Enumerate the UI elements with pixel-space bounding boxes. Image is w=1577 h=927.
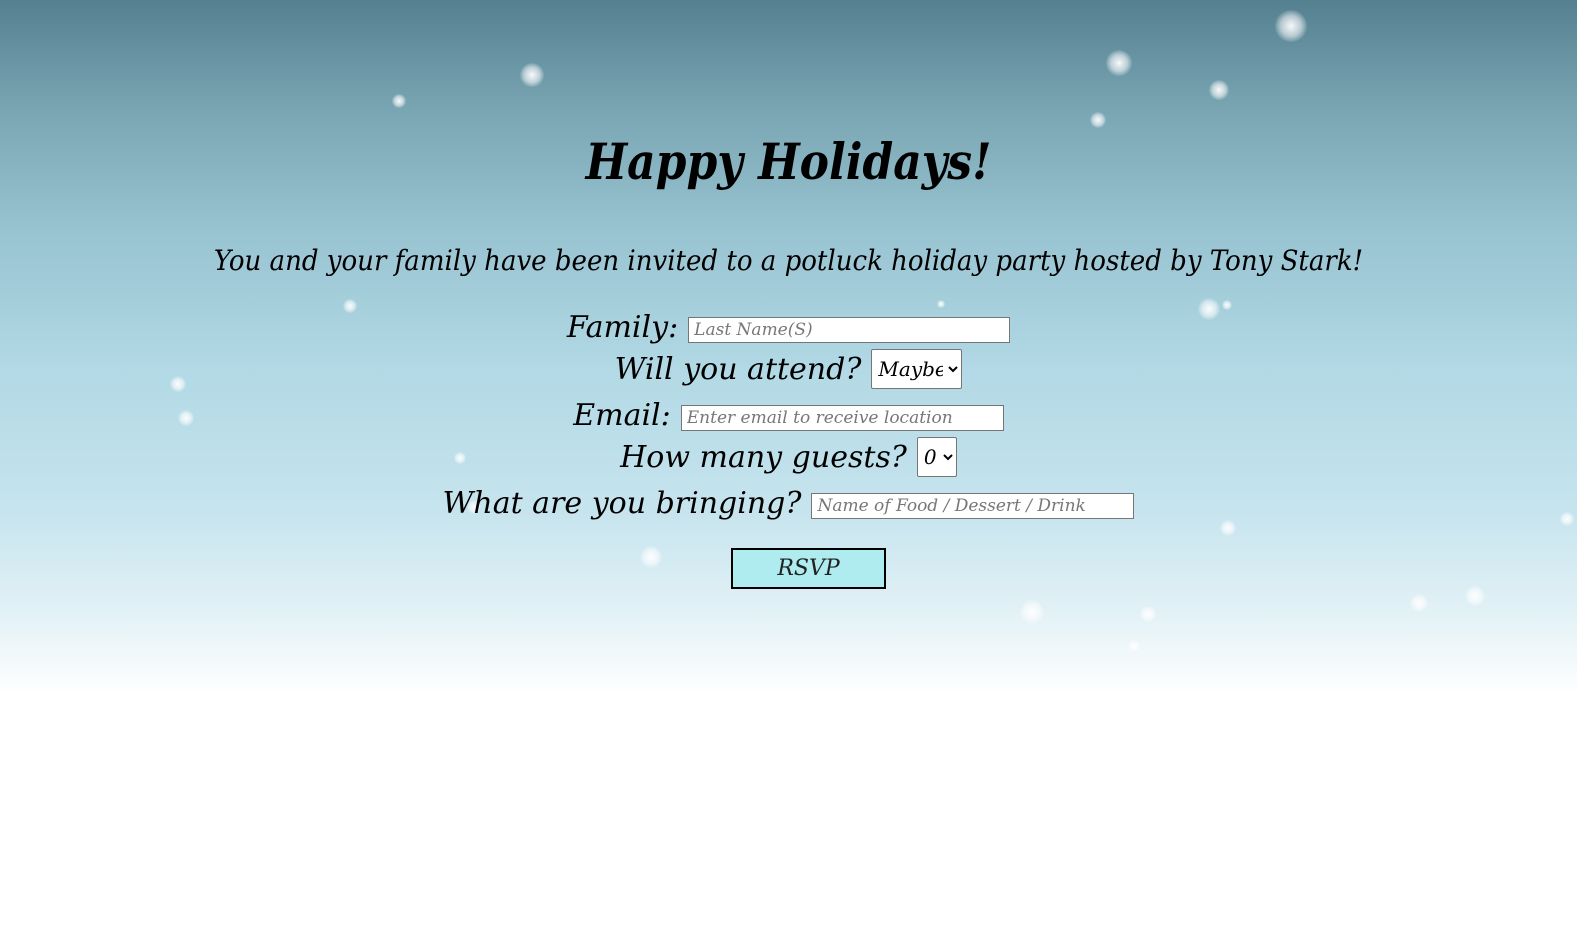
family-label: Family: [566, 309, 679, 345]
snowflake [1020, 600, 1044, 624]
rsvp-button[interactable]: RSVP [731, 548, 886, 589]
snowflake [640, 546, 662, 568]
email-label: Email: [573, 397, 671, 433]
guests-row: How many guests? 0 [0, 436, 1577, 478]
attend-row: Will you attend? Maybe [0, 348, 1577, 390]
snowflake [1410, 594, 1428, 612]
attend-label: Will you attend? [614, 351, 862, 387]
snowflake [1275, 10, 1307, 42]
family-row: Family: [0, 303, 1577, 351]
email-input[interactable] [680, 405, 1004, 431]
snowflake [1465, 586, 1485, 606]
snowflake [1128, 640, 1140, 652]
invitation-text: You and your family have been invited to… [213, 244, 1364, 277]
snowflake [520, 63, 544, 87]
page-title: Happy Holidays! [585, 132, 992, 191]
bringing-label: What are you bringing? [442, 485, 802, 521]
bringing-input[interactable] [811, 493, 1135, 519]
email-row: Email: [0, 391, 1577, 439]
snowflake [1140, 606, 1156, 622]
attend-select[interactable]: Maybe [871, 349, 963, 389]
guests-label: How many guests? [620, 439, 907, 475]
snowflake [392, 94, 406, 108]
guests-select[interactable]: 0 [916, 437, 957, 477]
bringing-row: What are you bringing? [0, 479, 1577, 527]
snowflake [1090, 112, 1106, 128]
family-name-input[interactable] [688, 317, 1011, 343]
snowflake [1106, 50, 1132, 76]
snowflake [1209, 80, 1229, 100]
